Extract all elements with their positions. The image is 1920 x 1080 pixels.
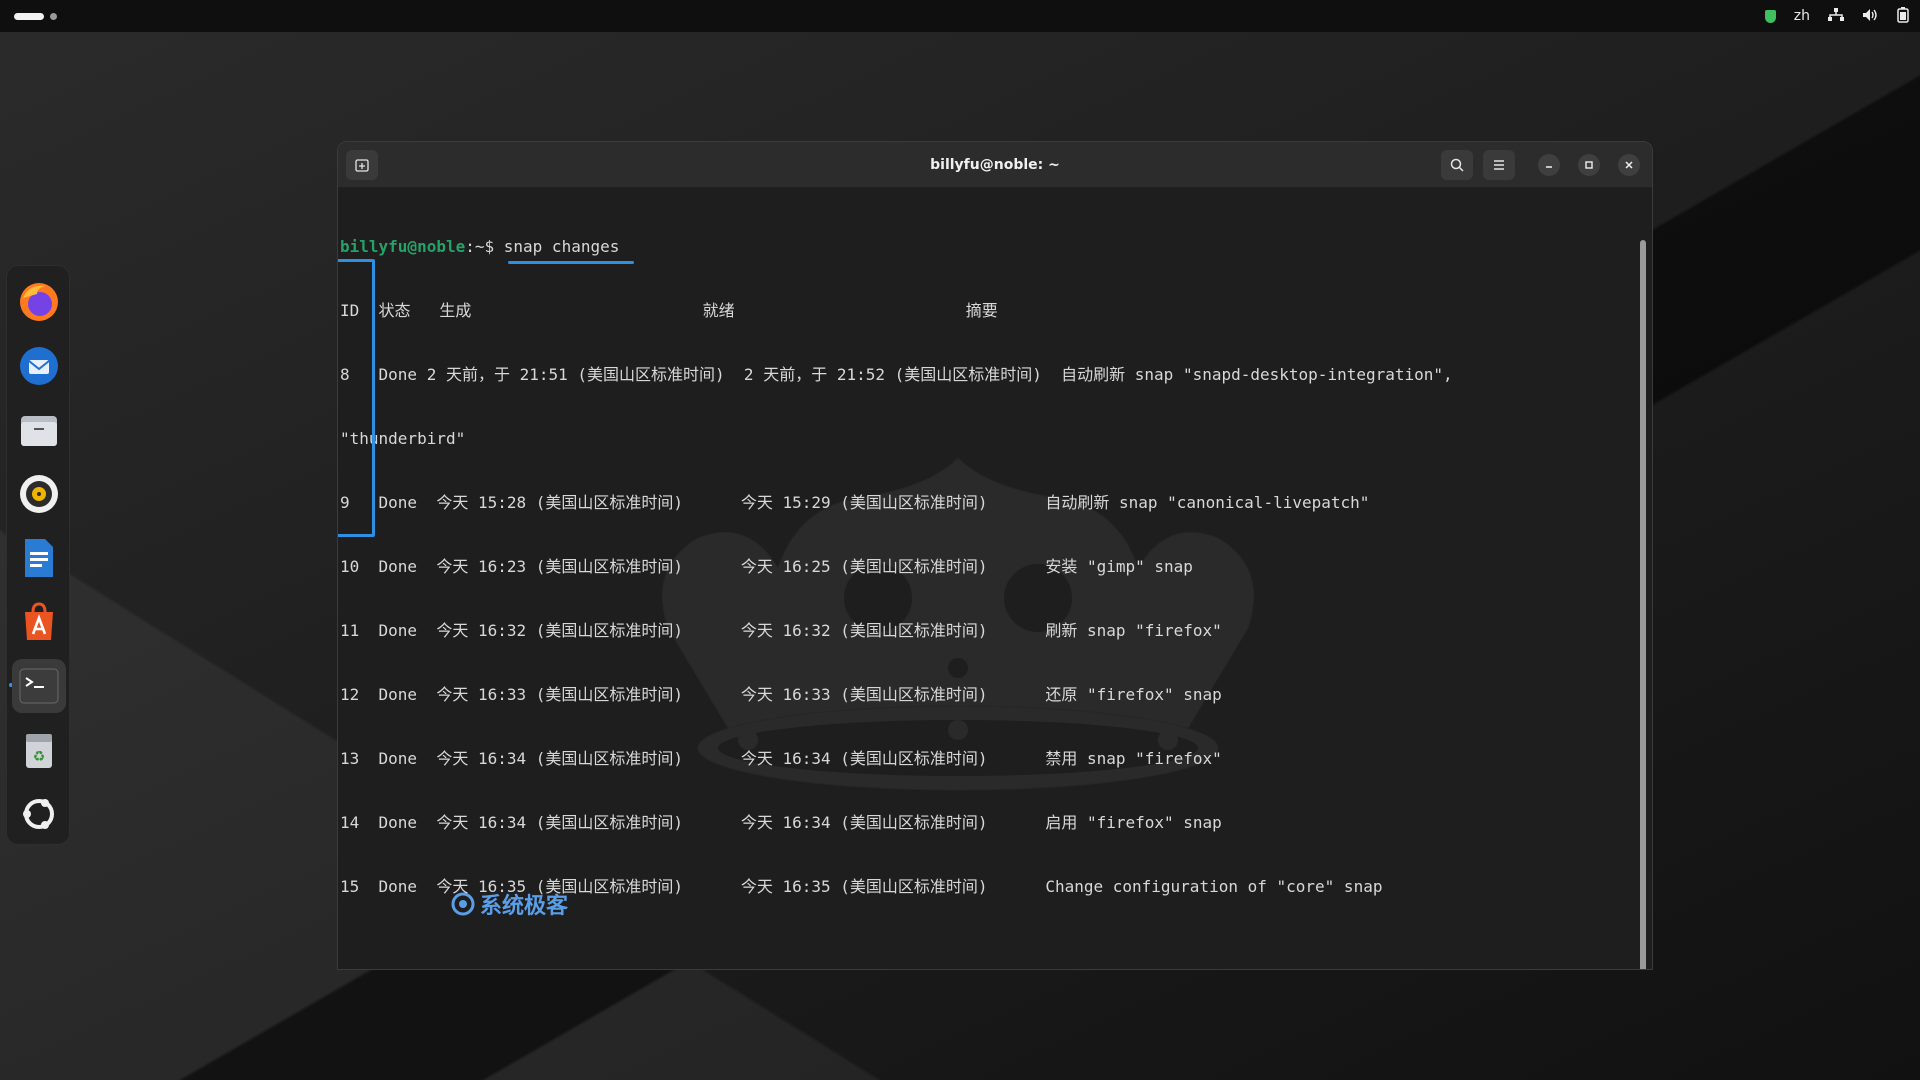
command-highlight-underline bbox=[508, 261, 634, 264]
dock-item-terminal[interactable] bbox=[12, 659, 66, 713]
terminal-body[interactable]: 系统极客 billyfu@noble:~$ snap changes ID 状态… bbox=[338, 188, 1652, 969]
table-row: 9 Done 今天 15:28 (美国山区标准时间) 今天 15:29 (美国山… bbox=[340, 493, 1370, 512]
title-bar[interactable]: billyfu@noble: ~ bbox=[338, 142, 1652, 188]
dock-item-files[interactable] bbox=[17, 408, 61, 452]
volume-icon[interactable] bbox=[1862, 8, 1878, 25]
prompt-path: :~$ bbox=[465, 237, 504, 256]
close-icon bbox=[1625, 161, 1633, 169]
dock-item-trash[interactable]: ♻ bbox=[17, 728, 61, 772]
menu-button[interactable] bbox=[1483, 150, 1515, 180]
close-button[interactable] bbox=[1618, 154, 1640, 176]
terminal-icon bbox=[19, 668, 59, 704]
dock-item-firefox[interactable] bbox=[17, 280, 61, 324]
app-center-icon bbox=[25, 602, 53, 640]
input-method-label[interactable]: zh bbox=[1794, 8, 1810, 24]
trash-icon: ♻ bbox=[26, 734, 52, 768]
dock-item-writer[interactable] bbox=[17, 536, 61, 580]
top-bar: zh bbox=[0, 0, 1920, 32]
hamburger-menu-icon bbox=[1494, 160, 1504, 170]
workspace-indicator[interactable] bbox=[14, 0, 57, 32]
dock-item-thunderbird[interactable] bbox=[17, 344, 61, 388]
minimize-icon bbox=[1546, 166, 1552, 168]
table-row: 8 Done 2 天前，于 21:51 (美国山区标准时间) 2 天前，于 21… bbox=[340, 365, 1453, 384]
table-row: 12 Done 今天 16:33 (美国山区标准时间) 今天 16:33 (美国… bbox=[340, 685, 1222, 704]
table-row-wrap: "thunderbird" bbox=[340, 429, 466, 448]
search-icon bbox=[1450, 158, 1464, 172]
search-button[interactable] bbox=[1441, 150, 1473, 180]
prompt-user: billyfu@noble bbox=[340, 237, 466, 256]
dock-item-rhythmbox[interactable] bbox=[17, 472, 61, 516]
firefox-icon bbox=[20, 283, 58, 321]
minimize-button[interactable] bbox=[1538, 154, 1560, 176]
active-workspace-pill bbox=[14, 12, 44, 20]
table-row: 10 Done 今天 16:23 (美国山区标准时间) 今天 16:25 (美国… bbox=[340, 557, 1193, 576]
id-column-highlight-box bbox=[338, 259, 375, 537]
table-header: ID 状态 生成 就绪 摘要 bbox=[340, 301, 998, 320]
battery-icon[interactable] bbox=[1896, 6, 1910, 26]
rhythmbox-icon bbox=[20, 475, 58, 513]
typed-command: snap changes bbox=[503, 237, 620, 256]
writer-icon bbox=[25, 539, 53, 577]
maximize-icon bbox=[1585, 161, 1593, 169]
svg-text:♻: ♻ bbox=[33, 749, 46, 765]
scrollbar[interactable] bbox=[1640, 240, 1646, 969]
command-line: billyfu@noble:~$ snap changes bbox=[338, 234, 1453, 537]
security-shield-icon[interactable] bbox=[1764, 9, 1776, 23]
table-row: 15 Done 今天 16:35 (美国山区标准时间) 今天 16:35 (美国… bbox=[340, 877, 1383, 896]
thunderbird-icon bbox=[20, 347, 58, 385]
ubuntu-icon bbox=[23, 799, 54, 829]
dock-item-app-center[interactable] bbox=[17, 600, 61, 644]
terminal-output[interactable]: billyfu@noble:~$ snap changes ID 状态 生成 就… bbox=[338, 196, 1453, 969]
dock-item-show-apps[interactable] bbox=[17, 792, 61, 836]
table-row: 11 Done 今天 16:32 (美国山区标准时间) 今天 16:32 (美国… bbox=[340, 621, 1222, 640]
maximize-button[interactable] bbox=[1578, 154, 1600, 176]
table-row: 13 Done 今天 16:34 (美国山区标准时间) 今天 16:34 (美国… bbox=[340, 749, 1222, 768]
table-row: 14 Done 今天 16:34 (美国山区标准时间) 今天 16:34 (美国… bbox=[340, 813, 1222, 832]
network-icon[interactable] bbox=[1828, 7, 1844, 25]
system-tray[interactable]: zh bbox=[1764, 0, 1910, 32]
files-icon bbox=[21, 416, 57, 446]
dock: ♻ bbox=[6, 265, 70, 845]
workspace-dot bbox=[50, 12, 57, 20]
terminal-window[interactable]: billyfu@noble: ~ 系统极客 billyfu@noble:~$ s… bbox=[337, 141, 1653, 970]
